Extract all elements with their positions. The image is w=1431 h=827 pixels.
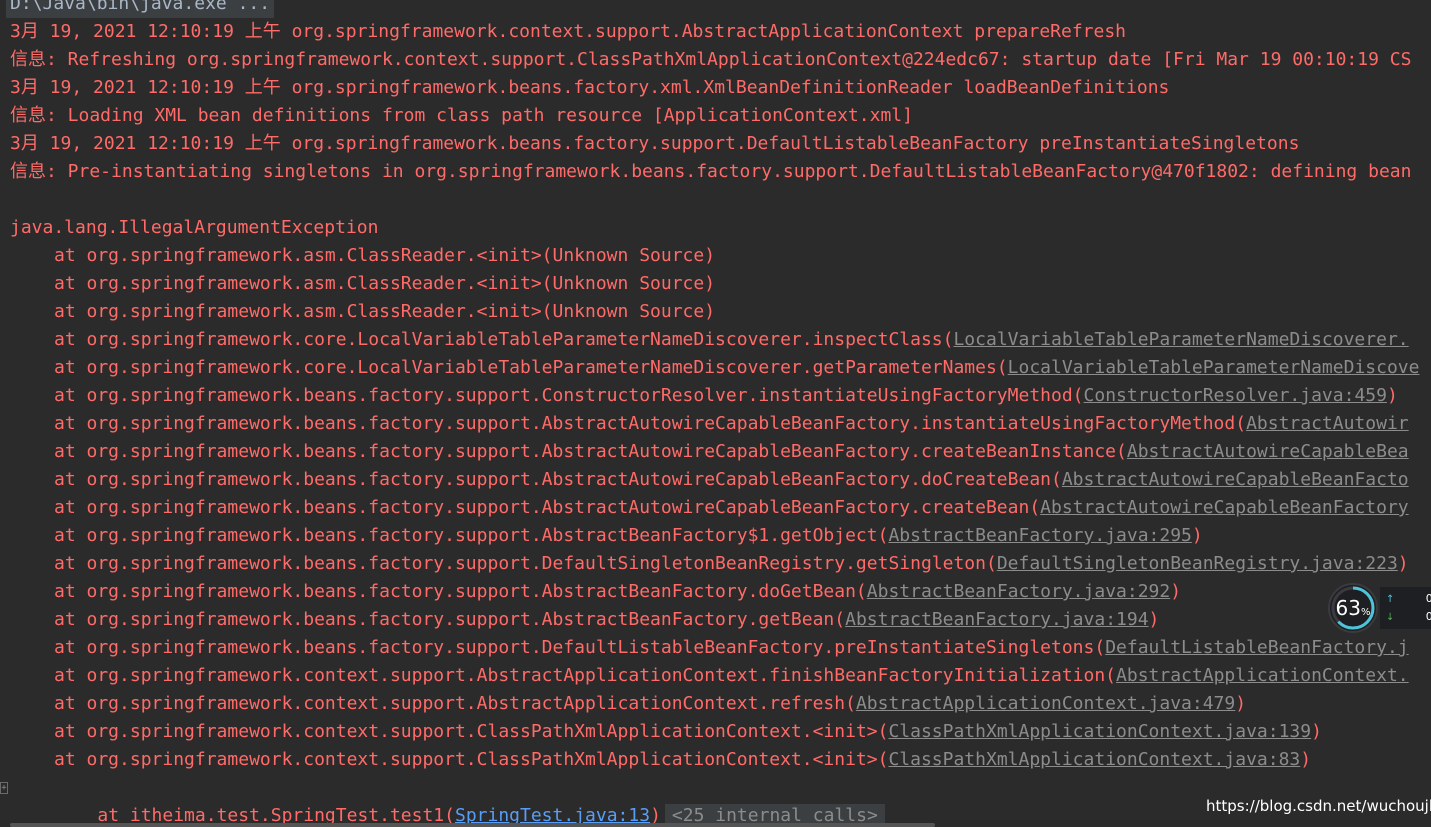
frame-text: at org.springframework.asm.ClassReader.<… [54,301,716,322]
stack-frame-last: at itheima.test.SpringTest.test1(SpringT… [10,774,885,827]
frame-tail: ) [1386,385,1398,406]
stack-frame: at org.springframework.context.support.A… [10,690,1246,718]
frame-text: at org.springframework.beans.factory.sup… [54,525,889,546]
frame-text: at org.springframework.core.LocalVariabl… [54,357,1008,378]
frame-tail: ) [1170,581,1182,602]
log-line: 3月 19, 2021 12:10:19 上午 org.springframew… [10,77,1170,98]
source-link[interactable]: DefaultSingletonBeanRegistry.java:223 [997,553,1398,574]
stack-frame: at org.springframework.asm.ClassReader.<… [10,270,715,298]
gauge-unit: % [1360,607,1371,618]
source-link[interactable]: DefaultListableBeanFactory.j [1105,637,1408,658]
source-link[interactable]: AbstractApplicationContext.java:479 [856,693,1235,714]
source-link[interactable]: AbstractBeanFactory.java:295 [888,525,1191,546]
stack-frame: at org.springframework.beans.factory.sup… [10,550,1409,578]
horizontal-scrollbar[interactable] [10,823,935,827]
command-line: D:\Java\bin\java.exe ... [6,0,275,18]
frame-text: at org.springframework.context.support.A… [54,693,856,714]
download-speed: ↓ 0K [1386,609,1431,625]
frame-tail: ) [1397,553,1409,574]
source-link[interactable]: AbstractAutowireCapableBea [1127,441,1409,462]
stack-frame: at org.springframework.beans.factory.sup… [10,466,1409,494]
stack-frame: at org.springframework.context.support.A… [10,662,1409,690]
frame-text: at org.springframework.context.support.C… [54,721,889,742]
stack-frame: at org.springframework.core.LocalVariabl… [10,326,1409,354]
network-monitor-widget[interactable]: 63% ↑ 0K ↓ 0K [1328,583,1431,633]
stack-frame: at org.springframework.context.support.C… [10,746,1311,774]
source-link[interactable]: AbstractApplicationContext. [1116,665,1409,686]
frame-text: at org.springframework.beans.factory.sup… [54,497,1041,518]
log-line: 3月 19, 2021 12:10:19 上午 org.springframew… [10,21,1127,42]
frame-text: at org.springframework.beans.factory.sup… [54,469,1062,490]
log-line: 信息: Pre-instantiating singletons in org.… [10,161,1412,182]
stack-frame: at org.springframework.beans.factory.sup… [10,382,1398,410]
arrow-down-icon: ↓ [1386,612,1395,623]
cpu-gauge: 63% [1328,583,1378,633]
frame-tail: ) [1311,721,1322,742]
frame-text: at org.springframework.beans.factory.sup… [54,553,997,574]
frame-tail: ) [1148,609,1160,630]
stack-frame: at org.springframework.context.support.C… [10,718,1322,746]
stack-frame: at org.springframework.beans.factory.sup… [10,438,1409,466]
frame-text: at org.springframework.beans.factory.sup… [54,581,867,602]
source-link[interactable]: LocalVariableTableParameterNameDiscovere… [953,329,1408,350]
upload-speed: ↑ 0K [1386,591,1431,607]
log-line: 3月 19, 2021 12:10:19 上午 org.springframew… [10,133,1300,154]
arrow-up-icon: ↑ [1386,594,1395,605]
gauge-percent: 63 [1335,596,1361,620]
exception-name: java.lang.IllegalArgumentException [10,217,379,238]
stack-frame: at org.springframework.beans.factory.sup… [10,634,1409,662]
frame-tail: ) [1191,525,1203,546]
source-link[interactable]: AbstractAutowireCapableBeanFacto [1062,469,1409,490]
fold-toggle-icon[interactable]: + [0,782,8,794]
source-link[interactable]: AbstractBeanFactory.java:292 [867,581,1170,602]
frame-tail: ) [1300,749,1312,770]
run-console: D:\Java\bin\java.exe ... 3月 19, 2021 12:… [0,0,1431,827]
source-link[interactable]: ClassPathXmlApplicationContext.java:139 [888,721,1311,742]
source-link[interactable]: AbstractAutowir [1246,413,1409,434]
frame-tail: ) [1235,693,1247,714]
source-link[interactable]: ClassPathXmlApplicationContext.java:83 [888,749,1300,770]
speed-panel: ↑ 0K ↓ 0K [1380,587,1431,629]
source-link[interactable]: AbstractAutowireCapableBeanFactory [1040,497,1408,518]
stack-frame: at org.springframework.beans.factory.sup… [10,606,1159,634]
gauge-value: 63% [1330,585,1376,631]
frame-text: at org.springframework.context.support.C… [54,749,889,770]
download-value: 0K [1425,610,1431,623]
source-link[interactable]: ConstructorResolver.java:459 [1084,385,1387,406]
frame-text: at org.springframework.beans.factory.sup… [54,637,1106,658]
stack-frame: at org.springframework.asm.ClassReader.<… [10,298,715,326]
frame-text: at org.springframework.beans.factory.sup… [54,441,1127,462]
stack-frame: at org.springframework.beans.factory.sup… [10,578,1181,606]
stack-frame: at org.springframework.asm.ClassReader.<… [10,242,715,270]
stack-frame: at org.springframework.beans.factory.sup… [10,410,1409,438]
frame-text: at org.springframework.context.support.A… [54,665,1117,686]
log-line: 信息: Refreshing org.springframework.conte… [10,49,1412,70]
frame-text: at org.springframework.beans.factory.sup… [54,385,1084,406]
watermark: https://blog.csdn.net/wuchoujb [1206,797,1431,815]
stack-frame: at org.springframework.beans.factory.sup… [10,494,1409,522]
frame-text: at org.springframework.beans.factory.sup… [54,413,1247,434]
stack-frame: at org.springframework.core.LocalVariabl… [10,354,1419,382]
source-link[interactable]: AbstractBeanFactory.java:194 [845,609,1148,630]
frame-text: at org.springframework.core.LocalVariabl… [54,329,954,350]
upload-value: 0K [1425,592,1431,605]
frame-text: at org.springframework.asm.ClassReader.<… [54,273,716,294]
frame-text: at org.springframework.beans.factory.sup… [54,609,846,630]
log-line: 信息: Loading XML bean definitions from cl… [10,105,913,126]
source-link[interactable]: LocalVariableTableParameterNameDiscove [1008,357,1420,378]
stack-frame: at org.springframework.beans.factory.sup… [10,522,1203,550]
frame-text: at org.springframework.asm.ClassReader.<… [54,245,716,266]
